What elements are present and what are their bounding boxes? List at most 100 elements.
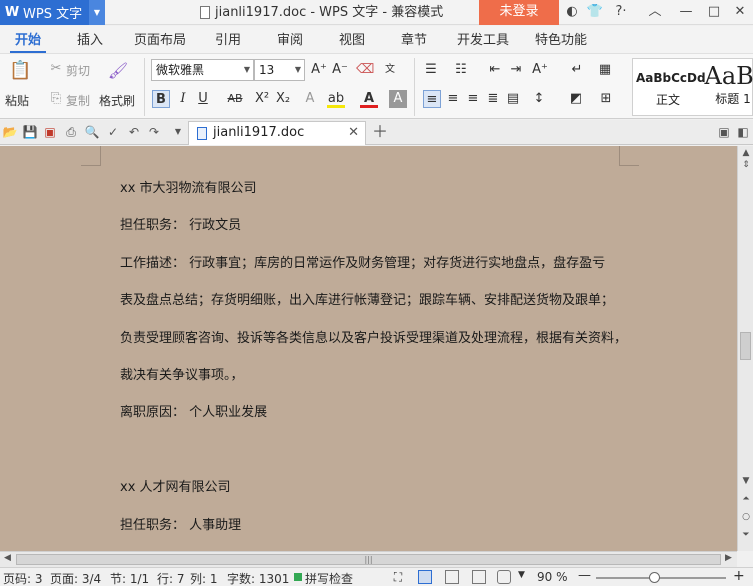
open-folder-icon[interactable]: 📂 bbox=[2, 124, 18, 140]
align-left-icon[interactable]: ≡ bbox=[423, 90, 441, 108]
phonetic-guide-icon[interactable]: 文 bbox=[381, 61, 399, 79]
bold-icon[interactable]: B bbox=[152, 90, 170, 108]
increase-indent-icon[interactable]: ⇥ bbox=[507, 61, 525, 79]
export-pdf-icon[interactable]: ▣ bbox=[42, 124, 58, 140]
text-direction-icon[interactable]: A⁺ bbox=[531, 61, 549, 79]
tab-references[interactable]: 引用 bbox=[210, 26, 246, 53]
undo-icon[interactable]: ↶ bbox=[126, 124, 142, 140]
tab-chapter[interactable]: 章节 bbox=[396, 26, 432, 53]
scrollbar-thumb[interactable]: ||| bbox=[16, 554, 721, 565]
horizontal-scrollbar[interactable]: ◀ ||| ▶ bbox=[0, 551, 737, 567]
help-icon[interactable]: ?· bbox=[610, 0, 632, 25]
print-icon[interactable]: ⎙ bbox=[63, 124, 79, 140]
decrease-indent-icon[interactable]: ⇤ bbox=[486, 61, 504, 79]
font-name-select[interactable]: 微软雅黑 ▼ bbox=[151, 59, 254, 81]
chevron-down-icon[interactable]: ▼ bbox=[89, 0, 105, 25]
minimize-icon[interactable]: — bbox=[675, 0, 697, 25]
tab-review[interactable]: 审阅 bbox=[272, 26, 308, 53]
maximize-icon[interactable]: □ bbox=[703, 0, 725, 25]
tab-list-icon[interactable]: ▣ bbox=[716, 124, 732, 140]
style-heading-1[interactable]: AaBl 标题 1 bbox=[703, 61, 753, 113]
subscript-icon[interactable]: X₂ bbox=[274, 90, 292, 108]
next-page-icon[interactable]: ⏷ bbox=[741, 530, 751, 540]
app-menu-button[interactable]: W WPS 文字 ▼ bbox=[0, 0, 105, 25]
scroll-left-icon[interactable]: ◀ bbox=[4, 553, 11, 563]
tab-options-icon[interactable]: ◧ bbox=[735, 124, 751, 140]
numbered-list-icon[interactable]: ☷ bbox=[452, 61, 470, 79]
zoom-slider[interactable] bbox=[596, 572, 726, 583]
strikethrough-icon[interactable]: AB bbox=[224, 90, 246, 108]
web-view-icon[interactable] bbox=[472, 570, 486, 584]
italic-icon[interactable]: I bbox=[174, 90, 192, 108]
skin-icon[interactable]: ◐ bbox=[563, 0, 581, 25]
scroll-up-icon[interactable]: ▲ bbox=[741, 148, 751, 158]
bullet-list-icon[interactable]: ☰ bbox=[422, 61, 440, 79]
align-right-icon[interactable]: ≡ bbox=[464, 90, 482, 108]
cut-button[interactable]: 剪切 bbox=[66, 62, 90, 79]
print-preview-icon[interactable]: 🔍 bbox=[84, 124, 100, 140]
save-icon[interactable]: 💾 bbox=[22, 124, 38, 140]
previous-page-icon[interactable]: ⏶ bbox=[741, 494, 751, 504]
document-line: 表及盘点总结；存货明细账，出入库进行帐薄登记；跟踪车辆、安排配送货物及跟单； bbox=[120, 293, 615, 308]
word-count[interactable]: 字数: 1301 bbox=[227, 570, 289, 586]
justify-icon[interactable]: ≣ bbox=[484, 90, 502, 108]
zoom-in-icon[interactable]: + bbox=[733, 568, 745, 584]
zoom-out-icon[interactable]: — bbox=[578, 568, 591, 583]
vertical-scrollbar[interactable]: ▲ ⇕ ▼ ⏶ ○ ⏷ bbox=[737, 146, 753, 551]
tab-special-features[interactable]: 特色功能 bbox=[530, 26, 592, 53]
outline-view-icon[interactable] bbox=[445, 570, 459, 584]
scroll-down-icon[interactable]: ▼ bbox=[741, 476, 751, 486]
zoom-level[interactable]: 90 % bbox=[537, 570, 568, 584]
document-tab[interactable]: jianli1917.doc ✕ bbox=[188, 121, 366, 145]
clear-format-icon[interactable]: ⌫ bbox=[356, 61, 374, 79]
login-button[interactable]: 未登录 bbox=[479, 0, 559, 25]
font-size-select[interactable]: 13 ▼ bbox=[254, 59, 305, 81]
scroll-right-icon[interactable]: ▶ bbox=[725, 553, 732, 563]
copy-button[interactable]: 复制 bbox=[66, 92, 90, 109]
shrink-font-icon[interactable]: A⁻ bbox=[331, 61, 349, 79]
scrollbar-thumb[interactable] bbox=[740, 332, 751, 360]
spell-check-icon[interactable]: ✓ bbox=[105, 124, 121, 140]
split-view-icon[interactable]: ⇕ bbox=[741, 160, 751, 170]
format-painter-icon[interactable]: 🖌 bbox=[107, 62, 129, 84]
fullscreen-icon[interactable]: ⛶ bbox=[391, 570, 405, 584]
table-icon[interactable]: ▦ bbox=[596, 61, 614, 79]
align-center-icon[interactable]: ≡ bbox=[444, 90, 462, 108]
shading-icon[interactable]: ◩ bbox=[567, 90, 585, 108]
line-spacing-icon[interactable]: ↕ bbox=[530, 90, 548, 108]
underline-icon[interactable]: U bbox=[194, 90, 212, 108]
tab-developer[interactable]: 开发工具 bbox=[452, 26, 514, 53]
tab-insert[interactable]: 插入 bbox=[72, 26, 108, 53]
page-view-icon[interactable] bbox=[418, 570, 432, 584]
style-normal[interactable]: AaBbCcDd 正文 bbox=[636, 61, 706, 113]
paste-icon[interactable]: 📋 bbox=[9, 62, 31, 84]
chevron-down-icon[interactable]: ▼ bbox=[518, 570, 525, 580]
paste-button[interactable]: 粘贴 bbox=[5, 92, 29, 109]
reading-mode-icon[interactable] bbox=[497, 570, 511, 584]
highlight-icon[interactable]: ab bbox=[327, 90, 345, 108]
shirt-icon[interactable]: 👕 bbox=[585, 0, 605, 25]
page-count[interactable]: 页面: 3/4 bbox=[50, 570, 101, 586]
close-icon[interactable]: ✕ bbox=[729, 0, 751, 25]
redo-icon[interactable]: ↷ bbox=[146, 124, 162, 140]
tab-home[interactable]: 开始 bbox=[6, 26, 50, 53]
minimize-ribbon-icon[interactable]: ︿ bbox=[645, 0, 665, 25]
character-shading-icon[interactable]: A bbox=[389, 90, 407, 108]
format-painter-button[interactable]: 格式刷 bbox=[99, 92, 135, 109]
zoom-slider-thumb[interactable] bbox=[648, 572, 660, 583]
chevron-down-icon[interactable]: ▼ bbox=[170, 124, 186, 140]
distributed-icon[interactable]: ▤ bbox=[504, 90, 522, 108]
border-icon[interactable]: ⊞ bbox=[597, 90, 615, 108]
font-color-icon[interactable]: A bbox=[360, 90, 378, 108]
new-tab-icon[interactable]: ＋ bbox=[372, 124, 388, 140]
line-break-icon[interactable]: ↵ bbox=[568, 61, 586, 79]
tab-page-layout[interactable]: 页面布局 bbox=[130, 26, 190, 53]
grow-font-icon[interactable]: A⁺ bbox=[310, 61, 328, 79]
document-canvas[interactable]: xx 市大羽物流有限公司 担任职务： 行政文员 工作描述： 行政事宜；库房的日常… bbox=[0, 146, 737, 551]
superscript-icon[interactable]: X² bbox=[253, 90, 271, 108]
tab-view[interactable]: 视图 bbox=[334, 26, 370, 53]
browse-object-icon[interactable]: ○ bbox=[741, 512, 751, 522]
text-effect-icon[interactable]: A bbox=[301, 90, 319, 108]
close-tab-icon[interactable]: ✕ bbox=[348, 122, 359, 144]
spell-check-toggle[interactable]: 拼写检查 bbox=[305, 570, 353, 586]
